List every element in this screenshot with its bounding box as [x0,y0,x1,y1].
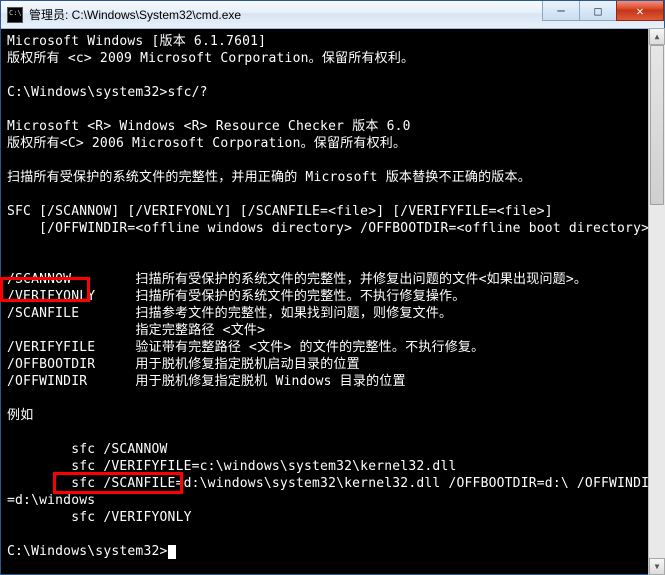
terminal-line: /OFFWINDIR 用于脱机修复指定脱机 Windows 目录的位置 [7,373,658,390]
terminal-line: /VERIFYFILE 验证带有完整路径 <文件> 的文件的完整性。不执行修复。 [7,339,658,356]
terminal-line [7,526,658,543]
terminal-line: /SCANFILE 扫描参考文件的完整性，如果找到问题，则修复文件。 [7,305,658,322]
terminal-line: sfc /VERIFYFILE=c:\windows\system32\kern… [7,458,658,475]
terminal-line: Microsoft <R> Windows <R> Resource Check… [7,118,658,135]
terminal-line: /OFFBOOTDIR 用于脱机修复指定脱机启动目录的位置 [7,356,658,373]
terminal-line [7,186,658,203]
terminal-line: [/OFFWINDIR=<offline windows directory> … [7,220,658,237]
window-buttons: ─ □ ✕ [543,1,664,21]
terminal-line [7,152,658,169]
terminal-line: Microsoft Windows [版本 6.1.7601] [7,33,658,50]
terminal-line: 指定完整路径 <文件> [7,322,658,339]
minimize-button[interactable]: ─ [542,1,580,21]
cmd-icon [7,7,23,23]
terminal-line: /VERIFYONLY 扫描所有受保护的系统文件的完整性。不执行修复操作。 [7,288,658,305]
scroll-thumb[interactable] [650,45,664,205]
terminal-line: 版权所有<C> 2006 Microsoft Corporation。保留所有权… [7,135,658,152]
terminal-line: sfc /SCANFILE=d:\windows\system32\kernel… [7,475,658,509]
titlebar[interactable]: 管理员: C:\Windows\System32\cmd.exe ─ □ ✕ [1,1,664,29]
terminal-line [7,67,658,84]
terminal-line: 扫描所有受保护的系统文件的完整性，并用正确的 Microsoft 版本替换不正确… [7,169,658,186]
prompt-line[interactable]: C:\Windows\system32> [7,543,658,560]
terminal-line: C:\Windows\system32>sfc/? [7,84,658,101]
scroll-up-button[interactable]: ▲ [649,28,665,45]
window-title: 管理员: C:\Windows\System32\cmd.exe [29,6,241,23]
terminal-line: 版权所有 <c> 2009 Microsoft Corporation。保留所有… [7,50,658,67]
terminal-line [7,390,658,407]
terminal-line: /SCANNOW 扫描所有受保护的系统文件的完整性，并修复出问题的文件<如果出现… [7,271,658,288]
maximize-button[interactable]: □ [579,1,617,21]
terminal-line: sfc /SCANNOW [7,441,658,458]
terminal-line: 例如 [7,407,658,424]
terminal-line [7,254,658,271]
scroll-track[interactable] [649,45,665,558]
terminal-line [7,424,658,441]
terminal-line [7,101,658,118]
terminal-line: SFC [/SCANNOW] [/VERIFYONLY] [/SCANFILE=… [7,203,658,220]
cmd-window: 管理员: C:\Windows\System32\cmd.exe ─ □ ✕ M… [0,0,665,575]
scroll-down-button[interactable]: ▼ [649,558,665,575]
cursor [168,545,176,559]
close-button[interactable]: ✕ [616,1,664,21]
vertical-scrollbar[interactable]: ▲ ▼ [648,28,665,575]
terminal-line [7,237,658,254]
terminal-line: sfc /VERIFYONLY [7,509,658,526]
terminal-output[interactable]: Microsoft Windows [版本 6.1.7601]版权所有 <c> … [1,29,664,574]
